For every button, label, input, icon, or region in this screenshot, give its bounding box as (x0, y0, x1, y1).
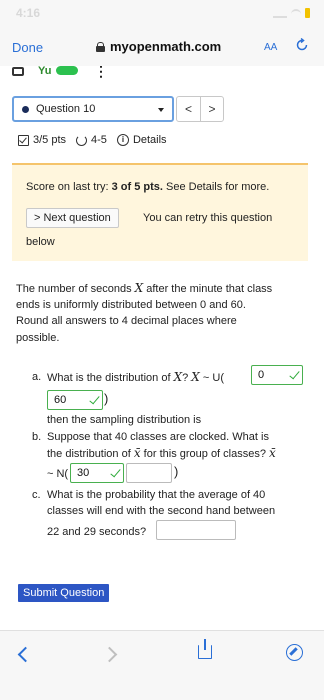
more-icon[interactable]: ⋮ (94, 66, 108, 80)
browser-bottom-bar (0, 630, 324, 700)
browser-top-bar: Done myopenmath.com AA (0, 26, 324, 66)
part-b-label: b. (32, 431, 42, 443)
menu-icon[interactable] (12, 67, 24, 76)
url-text: myopenmath.com (110, 39, 222, 54)
share-icon[interactable] (198, 639, 212, 659)
math-variable: X (173, 370, 183, 384)
input-value: 60 (54, 394, 67, 406)
distribution-min-input[interactable]: 0 (251, 365, 303, 385)
status-bar: 4:16 (0, 0, 324, 26)
question-select-label: Question 10 (36, 103, 96, 115)
wifi-icon (291, 9, 301, 17)
part-b-text-1: Suppose that 40 classes are clocked. Wha… (47, 431, 269, 443)
part-a-tilde: ~ U( (199, 372, 224, 384)
details-link[interactable]: Details (133, 134, 167, 146)
lock-icon (96, 41, 105, 52)
problem-text-part: after the minute that class (143, 283, 273, 295)
correct-check-icon (289, 368, 300, 380)
math-variable: X (191, 370, 200, 384)
problem-text: The number of seconds X after the minute… (16, 280, 306, 346)
score-suffix: See Details for more. (162, 181, 270, 193)
input-value: 0 (258, 369, 265, 381)
question-select[interactable]: Question 10 (12, 96, 174, 122)
signal-icon (273, 9, 287, 18)
part-a-question: What is the distribution of X? X ~ U( (47, 369, 224, 386)
prev-question-button[interactable]: < (177, 97, 200, 121)
points-label: 3/5 pts (33, 134, 67, 146)
score-value: 3 of 5 pts. (111, 181, 163, 193)
text-size-button[interactable]: AA (264, 42, 277, 53)
math-variable: x̄ (269, 446, 276, 460)
problem-text-part: The number of seconds (16, 283, 135, 295)
next-question-button[interactable]: > Next question (26, 208, 119, 228)
math-variable: x̄ (133, 446, 141, 460)
part-a-label: a. (32, 371, 42, 383)
status-icons (273, 8, 310, 18)
compass-icon[interactable] (286, 644, 303, 661)
score-line: Score on last try: 3 of 5 pts. See Detai… (26, 181, 269, 193)
battery-icon (305, 8, 310, 18)
next-question-arrow-button[interactable]: > (199, 97, 223, 121)
address-bar[interactable]: myopenmath.com (96, 39, 221, 54)
submit-question-button[interactable]: Submit Question (18, 584, 110, 602)
part-a-text: What is the distribution of (47, 372, 174, 384)
part-b-text-2: the distribution of x̄ for this group of… (47, 445, 276, 462)
chevron-down-icon (158, 108, 164, 112)
part-c-text-1: What is the probability that the average… (47, 489, 266, 501)
part-c-text-3: 22 and 29 seconds? (47, 526, 147, 538)
score-prefix: Score on last try: (26, 181, 112, 193)
distribution-max-input[interactable]: 60 (47, 390, 103, 410)
retry-text-continued: below (26, 236, 55, 248)
toolbar-fragment: Yu (38, 66, 52, 77)
question-status-dot (22, 106, 29, 113)
check-icon (18, 134, 29, 146)
part-b-tilde: ~ N( (47, 468, 69, 480)
problem-line: possible. (16, 331, 60, 344)
forward-icon[interactable] (101, 646, 118, 663)
attempts-label: 4-5 (91, 134, 107, 146)
problem-line: ends is uniformly distributed between 0 … (16, 299, 246, 312)
reload-icon[interactable] (295, 38, 309, 52)
problem-line: The number of seconds X after the minute… (16, 280, 306, 297)
math-variable: X (134, 281, 144, 295)
retry-icon (76, 134, 88, 146)
status-time: 4:16 (16, 6, 41, 20)
part-c-text-2: classes will end with the second hand be… (47, 505, 276, 517)
probability-input[interactable] (156, 520, 236, 540)
back-icon[interactable] (17, 646, 34, 663)
progress-pill (56, 66, 78, 75)
part-a-qmark: ? (182, 372, 192, 384)
info-icon[interactable]: i (116, 134, 129, 146)
question-nav: < > (176, 96, 224, 122)
normal-sd-input[interactable] (126, 463, 172, 483)
part-b-text: the distribution of (47, 448, 134, 460)
part-c-label: c. (32, 489, 41, 501)
retry-text: You can retry this question (143, 212, 273, 224)
question-meta: 3/5 pts 4-5 i Details (18, 134, 167, 146)
score-box: Score on last try: 3 of 5 pts. See Detai… (12, 163, 308, 261)
done-button[interactable]: Done (12, 40, 43, 55)
part-a-after: then the sampling distribution is (47, 414, 202, 426)
part-b-text: for this group of classes? (140, 448, 270, 460)
correct-check-icon (89, 393, 100, 405)
app-toolbar: Yu ⋮ (0, 66, 324, 80)
problem-line: Round all answers to 4 decimal places wh… (16, 315, 237, 328)
correct-check-icon (110, 466, 121, 478)
close-paren: ) (104, 391, 109, 406)
input-value: 30 (77, 467, 90, 479)
normal-mean-input[interactable]: 30 (70, 463, 124, 483)
close-paren: ) (174, 464, 179, 479)
